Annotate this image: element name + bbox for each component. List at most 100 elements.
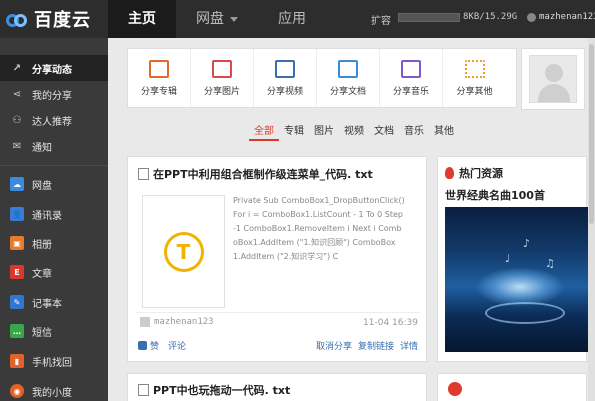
image-icon bbox=[212, 59, 232, 78]
tab-all[interactable]: 全部 bbox=[249, 125, 279, 141]
tab-albums[interactable]: 专辑 bbox=[279, 125, 309, 141]
sidebar-item-label: 通讯录 bbox=[32, 210, 62, 222]
nav-netdisk[interactable]: 网盘 bbox=[176, 0, 258, 38]
share-document-label: 分享文档 bbox=[329, 86, 366, 97]
sidebar-item-contacts[interactable]: 👤 通讯录 bbox=[0, 201, 108, 227]
scrollbar-thumb[interactable] bbox=[589, 44, 594, 224]
feed-filter-tabs: 全部 专辑 图片 视频 文档 音乐 其他 bbox=[249, 125, 459, 141]
tab-other[interactable]: 其他 bbox=[429, 125, 459, 141]
share-video-label: 分享视频 bbox=[266, 86, 303, 97]
expand-capacity-link[interactable]: 扩容 bbox=[371, 12, 391, 27]
share-document-button[interactable]: 分享文档 bbox=[317, 49, 380, 107]
feed-card-user[interactable]: mazhenan123 bbox=[140, 317, 214, 327]
tab-music[interactable]: 音乐 bbox=[399, 125, 429, 141]
thumb-letter: T bbox=[176, 239, 191, 264]
nav-netdisk-label: 网盘 bbox=[196, 11, 224, 27]
document-icon bbox=[338, 59, 358, 78]
photo-album-icon: ▣ bbox=[10, 236, 24, 250]
scrollbar[interactable] bbox=[588, 38, 595, 401]
capacity-text: 8KB/15.29G bbox=[463, 12, 518, 22]
profile-avatar-card[interactable] bbox=[521, 48, 585, 110]
preview-line: For i = ComboBox1.ListCount - 1 To 0 Ste… bbox=[233, 210, 403, 219]
cloud-logo-icon bbox=[6, 10, 28, 28]
sidebar-item-netdisk[interactable]: ☁ 网盘 bbox=[0, 171, 108, 197]
thumbs-up-icon bbox=[138, 341, 147, 350]
feed-card-title-text: 在PPT中利用组合框制作级连菜单_代码. txt bbox=[153, 168, 373, 181]
like-button[interactable]: 赞 bbox=[138, 339, 159, 352]
feed-card-title[interactable]: 在PPT中利用组合框制作级连菜单_代码. txt bbox=[138, 166, 373, 182]
share-icon: ⋖ bbox=[12, 88, 22, 100]
sidebar-item-sms[interactable]: … 短信 bbox=[0, 318, 108, 344]
sidebar-item-label: 分享动态 bbox=[32, 64, 72, 76]
nav-home[interactable]: 主页 bbox=[108, 0, 176, 38]
like-label: 赞 bbox=[150, 342, 160, 352]
activity-icon: ↗ bbox=[12, 62, 22, 74]
hot-resource-image[interactable]: ♪ ♫ ♩ bbox=[445, 207, 588, 352]
baidu-cloud-logo[interactable]: 百度云 bbox=[6, 7, 91, 31]
sidebar-item-find-phone[interactable]: ▮ 手机找回 bbox=[0, 348, 108, 374]
share-image-label: 分享图片 bbox=[203, 86, 240, 97]
notepad-icon: ✎ bbox=[10, 295, 24, 309]
tab-videos[interactable]: 视频 bbox=[339, 125, 369, 141]
sidebar-item-label: 文章 bbox=[32, 268, 52, 280]
top-bar: 百度云 主页 网盘 应用 扩容 8KB/15.29G mazhenan123 bbox=[0, 0, 595, 38]
sidebar-item-my-shares[interactable]: ⋖ 我的分享 bbox=[0, 81, 108, 107]
feed-card: PPT中也玩拖动一代码. txt bbox=[127, 373, 427, 401]
sidebar-item-label: 网盘 bbox=[32, 180, 52, 192]
feed-card-meta: mazhenan123 11-04 16:39 bbox=[136, 312, 420, 332]
preview-line: oBox1.AddItem ("1.知识回顾") ComboBox bbox=[233, 238, 396, 247]
sidebar-item-album[interactable]: ▣ 相册 bbox=[0, 230, 108, 256]
tab-documents[interactable]: 文档 bbox=[369, 125, 399, 141]
share-music-button[interactable]: 分享音乐 bbox=[380, 49, 443, 107]
file-thumbnail[interactable]: T bbox=[142, 195, 225, 308]
file-icon bbox=[138, 168, 149, 180]
sidebar-item-experts[interactable]: ⚇ 达人推荐 bbox=[0, 107, 108, 133]
music-note-icon: ♩ bbox=[505, 252, 511, 265]
cancel-share-button[interactable]: 取消分享 bbox=[316, 339, 352, 352]
hot-resource-title[interactable]: 世界经典名曲100首 bbox=[445, 187, 545, 203]
share-image-button[interactable]: 分享图片 bbox=[191, 49, 254, 107]
share-other-button[interactable]: 分享其他 bbox=[443, 49, 506, 107]
share-album-button[interactable]: 分享专辑 bbox=[128, 49, 191, 107]
xiaodu-icon: ◉ bbox=[10, 384, 24, 398]
user-menu[interactable]: mazhenan123 bbox=[527, 12, 595, 22]
logo-text: 百度云 bbox=[34, 10, 91, 31]
sidebar-item-label: 手机找回 bbox=[32, 357, 72, 369]
feed-card-title[interactable]: PPT中也玩拖动一代码. txt bbox=[138, 382, 290, 398]
feed-card-username: mazhenan123 bbox=[154, 317, 214, 327]
music-icon bbox=[401, 59, 421, 78]
copy-link-button[interactable]: 复制链接 bbox=[358, 339, 394, 352]
feed-card-title-text: PPT中也玩拖动一代码. txt bbox=[153, 384, 291, 397]
nav-apps-label: 应用 bbox=[278, 11, 306, 27]
avatar bbox=[140, 317, 150, 327]
flame-icon bbox=[445, 167, 454, 179]
txt-file-icon: T bbox=[163, 231, 204, 272]
music-note-icon: ♪ bbox=[523, 237, 531, 250]
sidebar-item-articles[interactable]: E 文章 bbox=[0, 259, 108, 285]
sidebar-item-share-activity[interactable]: ↗ 分享动态 bbox=[0, 55, 108, 81]
sidebar-item-notepad[interactable]: ✎ 记事本 bbox=[0, 289, 108, 315]
article-icon: E bbox=[10, 265, 24, 279]
tab-images[interactable]: 图片 bbox=[309, 125, 339, 141]
capacity-bar bbox=[398, 13, 460, 22]
feed-card-actions: 赞 评论 取消分享 复制链接 详情 bbox=[138, 339, 418, 353]
sidebar-item-xiaodu[interactable]: ◉ 我的小度 bbox=[0, 378, 108, 401]
sidebar-item-label: 通知 bbox=[32, 142, 52, 154]
sidebar-item-label: 记事本 bbox=[32, 298, 62, 310]
hot-resources-heading: 热门资源 bbox=[445, 165, 503, 181]
feed-card-right-actions: 取消分享 复制链接 详情 bbox=[316, 339, 418, 352]
more-icon bbox=[464, 59, 485, 78]
sidebar-divider bbox=[0, 165, 108, 166]
chevron-down-icon bbox=[230, 16, 238, 22]
sidebar-item-label: 短信 bbox=[32, 327, 52, 339]
share-video-button[interactable]: 分享视频 bbox=[254, 49, 317, 107]
sidebar-item-notifications[interactable]: ✉ 通知 bbox=[0, 133, 108, 159]
nav-apps[interactable]: 应用 bbox=[258, 0, 326, 38]
comment-button[interactable]: 评论 bbox=[168, 339, 186, 352]
share-other-label: 分享其他 bbox=[456, 86, 493, 97]
nav-home-label: 主页 bbox=[128, 11, 156, 27]
details-button[interactable]: 详情 bbox=[400, 339, 418, 352]
people-icon: ⚇ bbox=[12, 114, 22, 126]
share-music-label: 分享音乐 bbox=[392, 86, 429, 97]
phone-find-icon: ▮ bbox=[10, 354, 24, 368]
